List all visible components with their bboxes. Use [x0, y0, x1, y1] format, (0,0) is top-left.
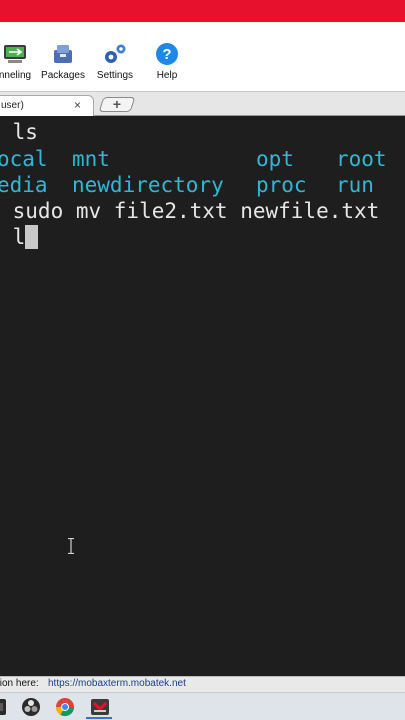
- status-bar: tion here: https://mobaxterm.mobatek.net: [0, 676, 405, 692]
- dir-media: edia: [0, 173, 48, 197]
- settings-button[interactable]: Settings: [93, 42, 137, 81]
- new-tab-button[interactable]: +: [98, 96, 136, 112]
- tab-session[interactable]: user) ×: [0, 95, 94, 116]
- ibeam-cursor-icon: [68, 538, 74, 554]
- main-toolbar: nneling Packages Settings ? Help: [0, 22, 405, 92]
- help-button[interactable]: ? Help: [150, 42, 184, 81]
- help-label: Help: [156, 70, 178, 81]
- terminal-line-4: sudo mv file2.txt newfile.txt: [0, 199, 380, 223]
- tunneling-button[interactable]: nneling: [0, 42, 34, 81]
- obs-icon[interactable]: [21, 697, 41, 717]
- dir-mnt: mnt: [72, 147, 110, 171]
- window-titlebar[interactable]: [0, 0, 405, 22]
- tunneling-icon: [4, 45, 26, 63]
- dir-local: ocal: [0, 147, 48, 171]
- text-cursor: [25, 225, 39, 249]
- os-taskbar: [0, 692, 405, 720]
- terminal-line-1: ls: [0, 120, 38, 144]
- dir-root: root: [336, 147, 387, 171]
- dir-proc: proc: [256, 173, 307, 197]
- tunneling-label: nneling: [0, 70, 32, 81]
- packages-label: Packages: [41, 70, 85, 81]
- dir-newdirectory: newdirectory: [72, 173, 224, 197]
- terminal-prompt-line: l: [0, 224, 39, 250]
- mobaxterm-icon[interactable]: [90, 697, 110, 717]
- terminal-input[interactable]: l: [0, 225, 26, 249]
- terminal-area[interactable]: ls ocal mnt opt root edia newdirectory p…: [0, 116, 405, 676]
- status-label: tion here:: [0, 678, 39, 689]
- help-icon: ?: [156, 43, 178, 65]
- app-icon[interactable]: [0, 697, 8, 717]
- close-icon[interactable]: ×: [74, 98, 81, 112]
- packages-icon: [54, 45, 72, 63]
- dir-run: run: [336, 173, 374, 197]
- packages-button[interactable]: Packages: [40, 42, 86, 81]
- dir-opt: opt: [256, 147, 294, 171]
- plus-icon: +: [112, 96, 122, 112]
- settings-label: Settings: [96, 70, 134, 81]
- website-link[interactable]: https://mobaxterm.mobatek.net: [48, 678, 186, 689]
- settings-icon: [105, 44, 126, 63]
- active-app-indicator: [86, 717, 112, 719]
- tab-bar: user) × +: [0, 92, 405, 116]
- svg-text:?: ?: [162, 46, 171, 63]
- chrome-icon[interactable]: [55, 697, 75, 717]
- tab-session-label: user): [1, 100, 24, 111]
